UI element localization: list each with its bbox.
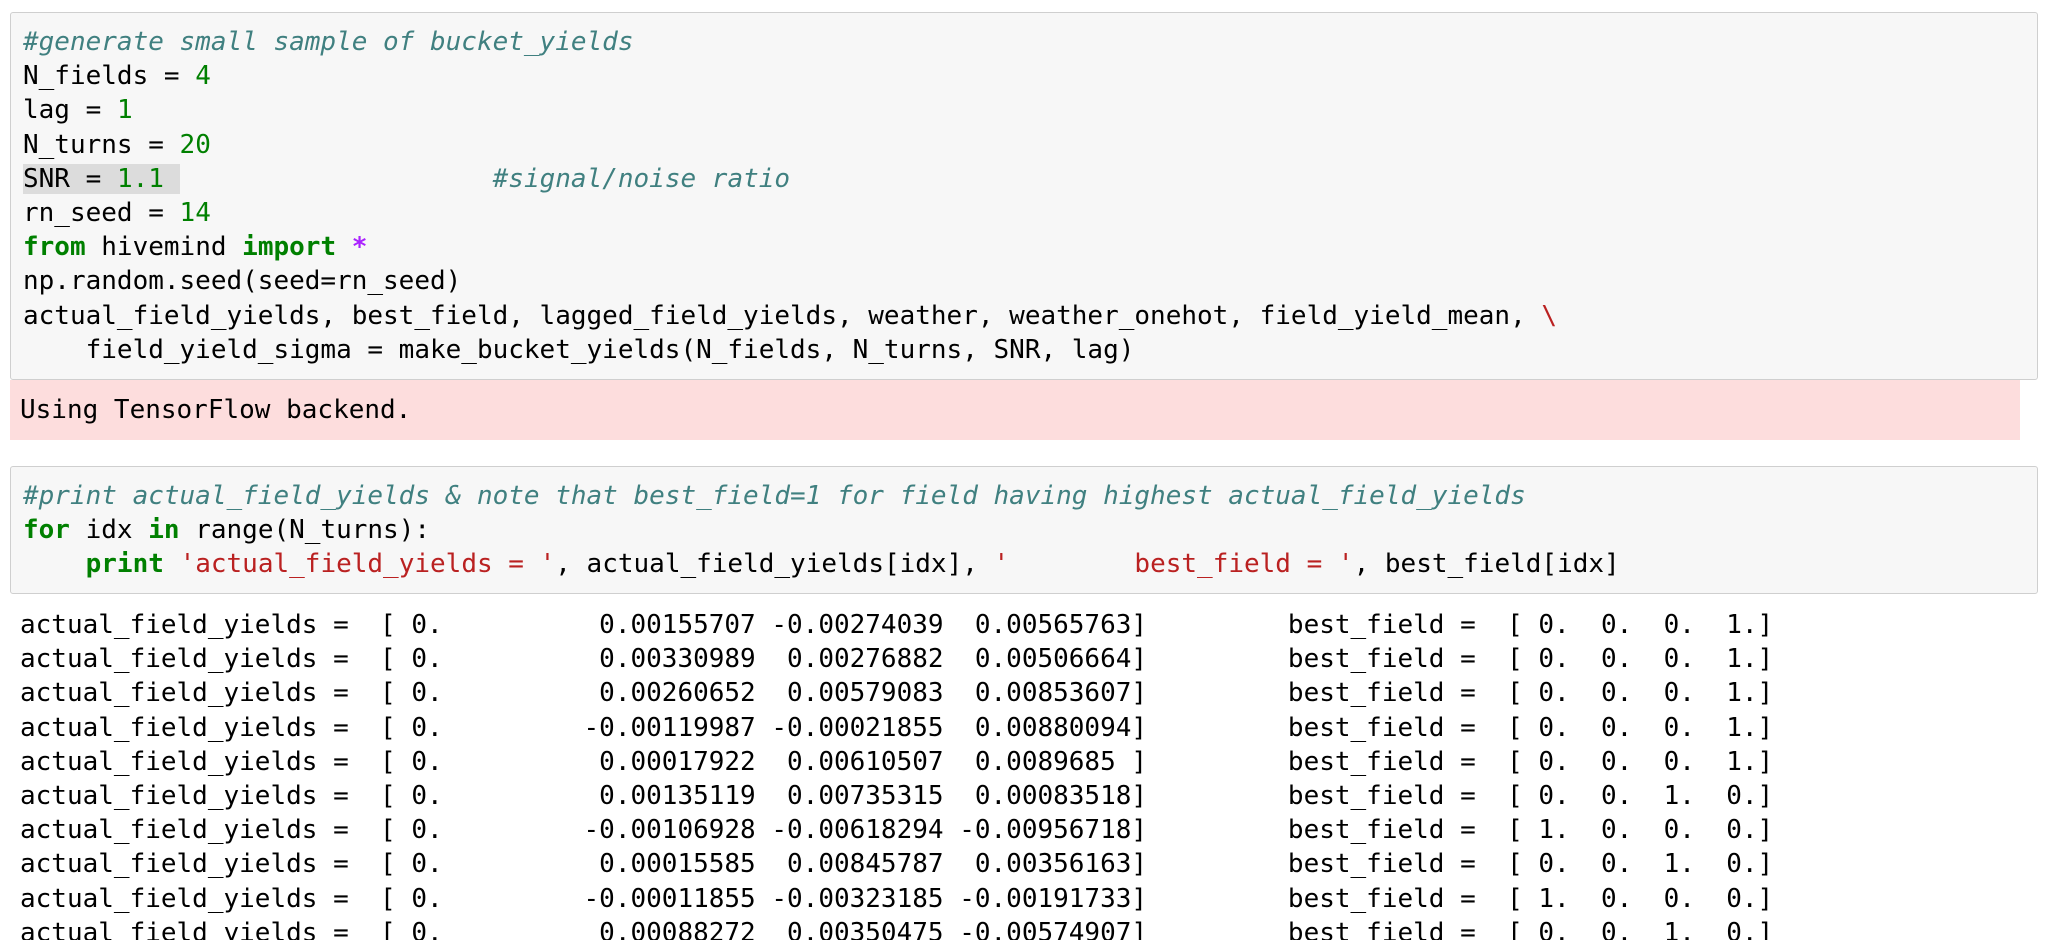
code-text: , best_field[idx] [1353, 549, 1620, 580]
output-line: actual_field_yields = [ 0. 0.00330989 0.… [20, 644, 1774, 675]
code-comment: #print actual_field_yields & note that b… [23, 481, 1526, 511]
code-line: field_yield_sigma = make_bucket_yields(N… [23, 334, 1135, 365]
keyword: print [85, 549, 164, 580]
keyword: from [23, 232, 86, 263]
code-comment: #generate small sample of bucket_yields [23, 27, 634, 57]
output-line: actual_field_yields = [ 0. 0.00088272 0.… [20, 917, 1774, 940]
number: 14 [179, 197, 211, 228]
code-line: lag = 1 [23, 95, 133, 126]
code-line: SNR = 1.1 #signal/noise ratio [23, 162, 1557, 196]
code-line: rn_seed = 14 [23, 197, 211, 228]
selected-text: SNR = 1.1 [23, 163, 180, 194]
output-line: actual_field_yields = [ 0. 0.00135119 0.… [20, 780, 1774, 811]
code-cell-generate[interactable]: #generate small sample of bucket_yields … [10, 12, 2038, 380]
line-continuation: \ [1541, 300, 1558, 331]
stderr-output: Using TensorFlow backend. [10, 380, 2020, 440]
number: 1.1 [116, 163, 164, 194]
number: 20 [179, 129, 211, 160]
code-text: range(N_turns): [195, 515, 431, 546]
string-literal: 'actual_field_yields = ' [179, 549, 556, 580]
code-editor[interactable]: #generate small sample of bucket_yields … [23, 25, 1557, 367]
number: 4 [195, 61, 211, 92]
operator: * [351, 232, 368, 263]
output-line: actual_field_yields = [ 0. 0.00017922 0.… [20, 746, 1774, 777]
code-text: , actual_field_yields[idx], [555, 549, 994, 580]
variable: N_fields [23, 61, 149, 92]
code-line: #generate small sample of bucket_yields [23, 25, 1557, 59]
code-line: N_turns = 20 [23, 129, 211, 160]
number: 1 [116, 95, 133, 126]
code-line: print 'actual_field_yields = ', actual_f… [23, 547, 1620, 581]
output-line: actual_field_yields = [ 0. -0.00011855 -… [20, 883, 1774, 914]
code-line: N_fields = 4 [23, 61, 211, 92]
variable: N_turns [23, 129, 133, 160]
output-line: actual_field_yields = [ 0. -0.00106928 -… [20, 815, 1774, 846]
keyword: in [148, 515, 180, 546]
output-line: actual_field_yields = [ 0. 0.00260652 0.… [20, 678, 1774, 709]
code-comment: #signal/noise ratio [492, 163, 791, 194]
code-line: #print actual_field_yields & note that b… [23, 479, 1620, 513]
module-name: hivemind [101, 232, 227, 263]
keyword: for [23, 515, 70, 546]
code-line: for idx in range(N_turns): [23, 513, 1620, 547]
code-cell-print[interactable]: #print actual_field_yields & note that b… [10, 466, 2038, 594]
code-text: actual_field_yields, best_field, lagged_… [23, 300, 1526, 331]
string-literal: ' best_field = ' [993, 549, 1354, 580]
output-line: actual_field_yields = [ 0. 0.00015585 0.… [20, 849, 1774, 880]
code-line: from hivemind import * [23, 230, 1557, 264]
variable: lag [23, 95, 70, 126]
code-line: actual_field_yields, best_field, lagged_… [23, 299, 1557, 333]
code-line: np.random.seed(seed=rn_seed) [23, 266, 462, 297]
output-line: actual_field_yields = [ 0. 0.00155707 -0… [20, 610, 1774, 640]
cell-output: actual_field_yields = [ 0. 0.00155707 -0… [20, 608, 1773, 940]
variable: rn_seed [23, 197, 133, 228]
variable: idx [85, 515, 133, 546]
keyword: import [242, 232, 337, 263]
code-editor[interactable]: #print actual_field_yields & note that b… [23, 479, 1620, 582]
variable: SNR [23, 163, 70, 194]
output-line: actual_field_yields = [ 0. -0.00119987 -… [20, 712, 1774, 743]
